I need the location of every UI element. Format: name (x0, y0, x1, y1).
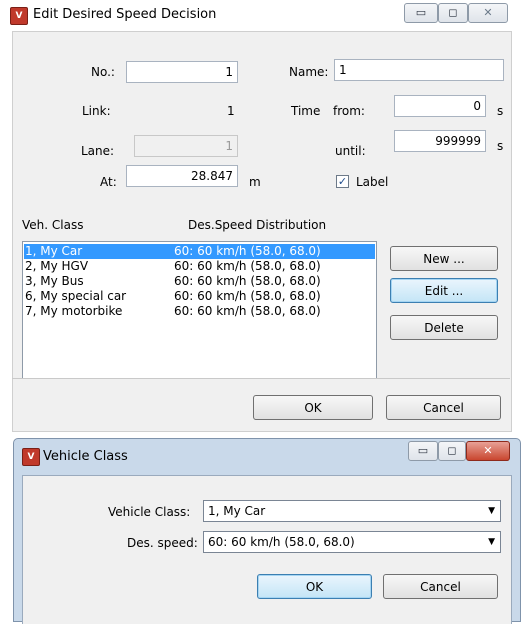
close-icon[interactable]: ✕ (466, 441, 510, 461)
maximize-icon[interactable]: ◻ (438, 3, 468, 23)
speed-combo-label: Des. speed: (127, 536, 198, 550)
minimize-icon[interactable]: ▭ (404, 3, 438, 23)
maximize-icon[interactable]: ◻ (438, 441, 466, 461)
dialog1-body: No.: Name: Link: 1 Time from: s Lane: un… (12, 31, 512, 393)
cancel-button[interactable]: Cancel (386, 395, 501, 420)
list-row-4[interactable]: 6, My special car 60: 60 km/h (58.0, 68.… (24, 289, 375, 304)
no-input[interactable] (126, 61, 238, 83)
name-label: Name: (289, 65, 329, 79)
edit-button[interactable]: Edit ... (390, 278, 498, 303)
delete-button[interactable]: Delete (390, 315, 498, 340)
row-speed: 60: 60 km/h (58.0, 68.0) (174, 274, 321, 288)
row-vehclass: 2, My HGV (25, 259, 89, 273)
close-icon[interactable]: ✕ (468, 3, 508, 23)
dialog2-title: Vehicle Class (43, 449, 128, 464)
from-label: from: (333, 104, 365, 118)
row-vehclass: 7, My motorbike (25, 304, 123, 318)
list-row-3[interactable]: 3, My Bus 60: 60 km/h (58.0, 68.0) (24, 274, 375, 289)
row-vehclass: 1, My Car (25, 244, 83, 258)
from-unit: s (497, 104, 504, 118)
label-checkbox-text: Label (356, 175, 389, 189)
col-speed-header: Des.Speed Distribution (188, 218, 327, 232)
ok-button[interactable]: OK (253, 395, 373, 420)
dialog1-footer: OK Cancel (12, 379, 512, 432)
dialog2-titlebar[interactable]: V Vehicle Class ▭ ◻ ✕ (14, 439, 520, 473)
time-label: Time (291, 104, 321, 118)
name-input[interactable] (334, 59, 504, 81)
dialog1-titlebar[interactable]: V Edit Desired Speed Decision ▭ ◻ ✕ (0, 0, 521, 30)
edit-desired-speed-dialog: V Edit Desired Speed Decision ▭ ◻ ✕ No.:… (0, 0, 521, 432)
new-button[interactable]: New ... (390, 246, 498, 271)
col-vehclass-header: Veh. Class (22, 218, 84, 232)
list-row-1[interactable]: 1, My Car 60: 60 km/h (58.0, 68.0) (24, 244, 375, 259)
time-from-input[interactable] (394, 95, 486, 117)
app-icon: V (22, 448, 40, 466)
time-until-input[interactable] (394, 130, 486, 152)
vehclass-combo[interactable]: 1, My Car ▼ (203, 500, 501, 522)
row-speed: 60: 60 km/h (58.0, 68.0) (174, 289, 321, 303)
vehclass-combo-label: Vehicle Class: (108, 505, 191, 519)
row-speed: 60: 60 km/h (58.0, 68.0) (174, 259, 321, 273)
at-label: At: (100, 175, 117, 189)
dialog2-body: Vehicle Class: 1, My Car ▼ Des. speed: 6… (22, 475, 512, 624)
vehclass-speed-list[interactable]: 1, My Car 60: 60 km/h (58.0, 68.0) 2, My… (22, 241, 377, 393)
no-label: No.: (91, 65, 115, 79)
vehicle-class-dialog: V Vehicle Class ▭ ◻ ✕ Vehicle Class: 1, … (13, 438, 521, 624)
chevron-down-icon: ▼ (488, 506, 495, 516)
at-input[interactable] (126, 165, 238, 187)
speed-combo[interactable]: 60: 60 km/h (58.0, 68.0) ▼ (203, 531, 501, 553)
dialog1-title: Edit Desired Speed Decision (33, 7, 217, 22)
until-unit: s (497, 139, 504, 153)
cancel-button[interactable]: Cancel (383, 574, 498, 599)
chevron-down-icon: ▼ (488, 537, 495, 547)
app-icon: V (10, 7, 28, 25)
vehclass-combo-value: 1, My Car (208, 504, 266, 518)
ok-button[interactable]: OK (257, 574, 372, 599)
at-unit: m (249, 175, 261, 189)
row-vehclass: 6, My special car (25, 289, 127, 303)
minimize-icon[interactable]: ▭ (408, 441, 438, 461)
row-vehclass: 3, My Bus (25, 274, 84, 288)
list-row-5[interactable]: 7, My motorbike 60: 60 km/h (58.0, 68.0) (24, 304, 375, 319)
list-row-2[interactable]: 2, My HGV 60: 60 km/h (58.0, 68.0) (24, 259, 375, 274)
lane-input (134, 135, 238, 157)
link-value: 1 (227, 104, 235, 118)
row-speed: 60: 60 km/h (58.0, 68.0) (174, 244, 321, 258)
label-checkbox[interactable]: ✓ (336, 175, 349, 188)
lane-label: Lane: (81, 144, 115, 158)
row-speed: 60: 60 km/h (58.0, 68.0) (174, 304, 321, 318)
until-label: until: (335, 144, 366, 158)
link-label: Link: (82, 104, 111, 118)
speed-combo-value: 60: 60 km/h (58.0, 68.0) (208, 535, 355, 549)
